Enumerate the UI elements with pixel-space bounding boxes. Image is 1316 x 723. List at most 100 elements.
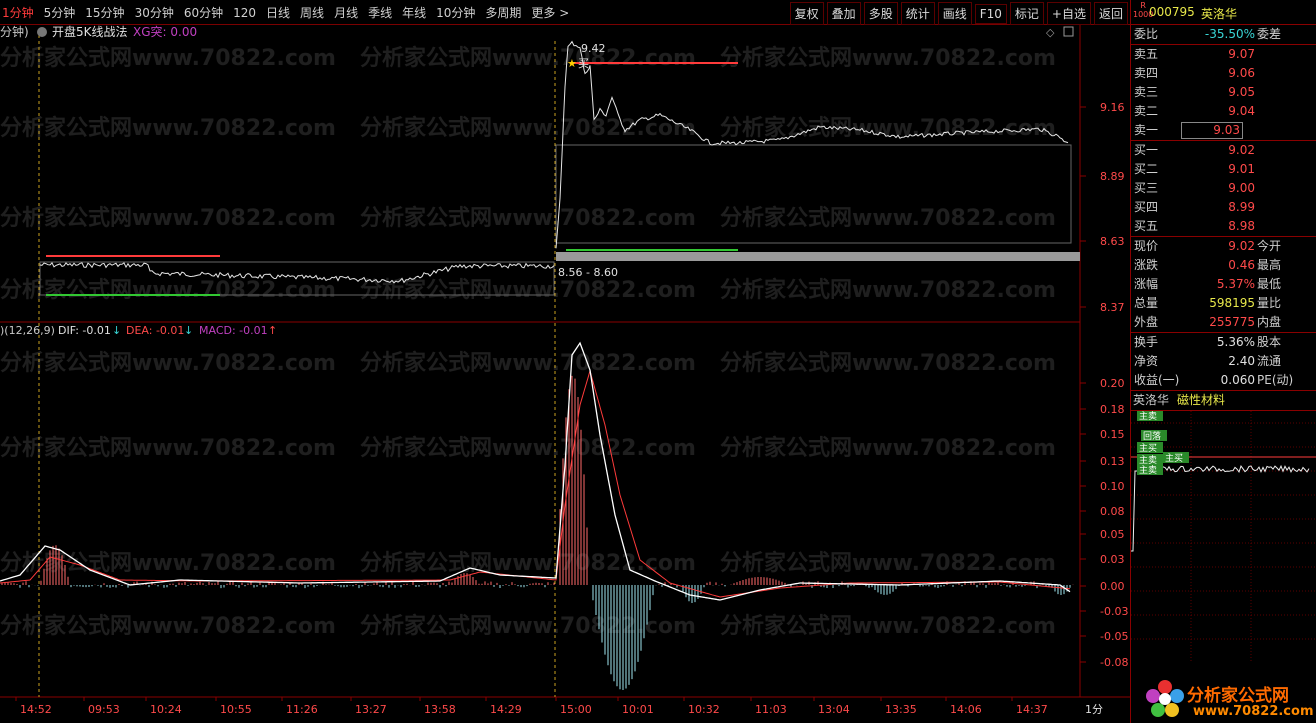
period-tab-4[interactable]: 60分钟 bbox=[184, 6, 223, 20]
watermark-text: 分析家公式网www.70822.com bbox=[720, 205, 1056, 231]
watermark-text: 分析家公式网www.70822.com bbox=[360, 435, 696, 461]
dif-label: DIF: -0.01 bbox=[58, 324, 111, 337]
watermark-text: 分析家公式网www.70822.com bbox=[360, 205, 696, 231]
period-tab-5[interactable]: 120 bbox=[233, 6, 256, 20]
time-axis-label: 09:53 bbox=[88, 703, 120, 716]
price-axis-label: 9.16 bbox=[1100, 101, 1125, 114]
quote-header: R 1000 000795 英洛华 bbox=[1131, 0, 1316, 25]
asks-label: 卖五 bbox=[1134, 47, 1159, 61]
stats-label2: PE(动) bbox=[1257, 373, 1294, 387]
time-axis-label: 10:01 bbox=[622, 703, 654, 716]
mini-title: 英洛华 bbox=[1133, 393, 1170, 407]
period-tag: 1分 bbox=[1085, 703, 1103, 716]
toolbar-action-3[interactable]: 统计 bbox=[900, 2, 935, 25]
period-tab-0[interactable]: 1分钟 bbox=[2, 6, 34, 20]
buy-label: 买 bbox=[578, 57, 589, 70]
stats-value: 9.02 bbox=[1228, 239, 1255, 253]
logo-url: www.70822.com bbox=[1193, 704, 1314, 719]
period-tab-1[interactable]: 5分钟 bbox=[44, 6, 76, 20]
bids-label: 买一 bbox=[1134, 143, 1159, 157]
watermark-text: 分析家公式网www.70822.com bbox=[720, 45, 1056, 71]
toolbar-action-4[interactable]: 画线 bbox=[937, 2, 972, 25]
mini-signal-tag: 回落 bbox=[1141, 430, 1167, 442]
stats-row-6: 净资 2.40 流通 bbox=[1131, 352, 1316, 371]
price-line-layer bbox=[39, 40, 1080, 296]
stats-list: 现价 9.02 今开 涨跌 0.46 最高 涨幅 5.37% 最低 总量 598195 量比 外盘 255… bbox=[1131, 237, 1316, 390]
bid-list: 买一 9.02 买二 9.01 买三 9.00 买四 8.99 买五 8.98 bbox=[1131, 141, 1316, 237]
maximize-icon[interactable] bbox=[1063, 26, 1074, 37]
weibi-label: 委比 bbox=[1134, 27, 1159, 41]
time-axis-label: 13:27 bbox=[355, 703, 387, 716]
buy-star-icon: ★ bbox=[567, 57, 577, 70]
toolbar-action-1[interactable]: 叠加 bbox=[826, 2, 861, 25]
macd-axis-label: 0.03 bbox=[1100, 553, 1125, 566]
stats-label2: 今开 bbox=[1257, 239, 1282, 253]
bids-label: 买四 bbox=[1134, 200, 1159, 214]
stats-label: 涨幅 bbox=[1134, 277, 1159, 291]
mini-sector[interactable]: 磁性材料 bbox=[1177, 391, 1225, 410]
time-axis-label: 14:37 bbox=[1016, 703, 1048, 716]
stats-value: 0.46 bbox=[1228, 258, 1255, 272]
period-tab-7[interactable]: 周线 bbox=[300, 6, 324, 20]
formula-toggle-icon[interactable] bbox=[37, 27, 47, 37]
dif-arrow-icon: ↓ bbox=[112, 324, 121, 337]
period-tab-9[interactable]: 季线 bbox=[368, 6, 392, 20]
toolbar-action-5[interactable]: F10 bbox=[974, 4, 1007, 24]
period-tab-8[interactable]: 月线 bbox=[334, 6, 358, 20]
asks-row-0: 卖五 9.07 bbox=[1131, 45, 1316, 64]
macd-axis-label: -0.08 bbox=[1100, 656, 1128, 669]
period-tab-6[interactable]: 日线 bbox=[266, 6, 290, 20]
toolbar-action-6[interactable]: 标记 bbox=[1009, 2, 1044, 25]
toolbar-action-8[interactable]: 返回 bbox=[1093, 2, 1128, 25]
mini-chart-header: 英洛华 磁性材料 bbox=[1131, 390, 1316, 411]
price-chart[interactable]: 分析家公式网www.70822.com 分析家公式网www.70822.com 分析… bbox=[0, 25, 1130, 723]
dea-label: DEA: -0.01 bbox=[126, 324, 184, 337]
period-tab-3[interactable]: 30分钟 bbox=[135, 6, 174, 20]
diamond-icon[interactable]: ◇ bbox=[1046, 26, 1055, 39]
price-axis-label: 8.89 bbox=[1100, 170, 1125, 183]
toolbar-action-7[interactable]: +自选 bbox=[1046, 2, 1091, 25]
stats-label: 外盘 bbox=[1134, 315, 1159, 329]
stats-value: 5.36% bbox=[1216, 335, 1255, 349]
volume-band bbox=[556, 252, 1080, 261]
price-axis-label: 8.63 bbox=[1100, 235, 1125, 248]
bids-row-0: 买一 9.02 bbox=[1131, 141, 1316, 160]
macd-axis-label: 0.10 bbox=[1100, 480, 1125, 493]
bids-label: 买二 bbox=[1134, 162, 1159, 176]
period-tab-12[interactable]: 多周期 bbox=[485, 6, 521, 20]
stats-label: 涨跌 bbox=[1134, 258, 1159, 272]
formula-name[interactable]: 开盘5K线战法 bbox=[52, 25, 128, 39]
toolbar-action-2[interactable]: 多股 bbox=[863, 2, 898, 25]
asks-row-3: 卖二 9.04 bbox=[1131, 102, 1316, 121]
stats-label2: 流通 bbox=[1257, 354, 1282, 368]
asks-value: 9.06 bbox=[1228, 66, 1255, 80]
asks-value: 9.07 bbox=[1228, 47, 1255, 61]
period-tab-10[interactable]: 年线 bbox=[402, 6, 426, 20]
period-tab-13[interactable]: 更多 > bbox=[531, 6, 569, 20]
badge-top: R bbox=[1140, 1, 1146, 10]
asks-value: 9.03 bbox=[1181, 122, 1243, 139]
high-price-marker: 9.42 bbox=[581, 42, 606, 55]
stats-label: 收益(一) bbox=[1134, 373, 1180, 387]
toolbar-action-0[interactable]: 复权 bbox=[789, 2, 824, 25]
asks-row-4: 卖一 9.03 bbox=[1131, 121, 1316, 140]
time-axis-label: 10:55 bbox=[220, 703, 252, 716]
asks-value: 9.05 bbox=[1228, 85, 1255, 99]
macd-axis-label: 0.05 bbox=[1100, 528, 1125, 541]
watermark-text: 分析家公式网www.70822.com bbox=[720, 115, 1056, 141]
stats-value: 255775 bbox=[1209, 315, 1255, 329]
watermark-text: 分析家公式网www.70822.com bbox=[0, 45, 336, 71]
time-axis-label: 11:26 bbox=[286, 703, 318, 716]
watermark-text: 分析家公式网www.70822.com bbox=[360, 613, 696, 639]
indicator-label: 分钟) bbox=[0, 25, 29, 39]
asks-row-1: 卖四 9.06 bbox=[1131, 64, 1316, 83]
period-tab-11[interactable]: 10分钟 bbox=[436, 6, 475, 20]
stats-label: 净资 bbox=[1134, 354, 1159, 368]
bids-value: 9.00 bbox=[1228, 181, 1255, 195]
period-tab-2[interactable]: 15分钟 bbox=[85, 6, 124, 20]
mini-intraday-chart[interactable]: 主卖回落主买主卖 主买主卖 bbox=[1131, 410, 1316, 661]
price-range-label: 8.56 - 8.60 bbox=[558, 266, 618, 279]
macd-axis-label: 0.13 bbox=[1100, 455, 1125, 468]
time-axis-label: 13:35 bbox=[885, 703, 917, 716]
period-tabs: 1分钟 5分钟 15分钟 30分钟 60分钟 120 日线 周线 月线 季线 年线 10分钟 多周期 更多… bbox=[2, 4, 579, 21]
